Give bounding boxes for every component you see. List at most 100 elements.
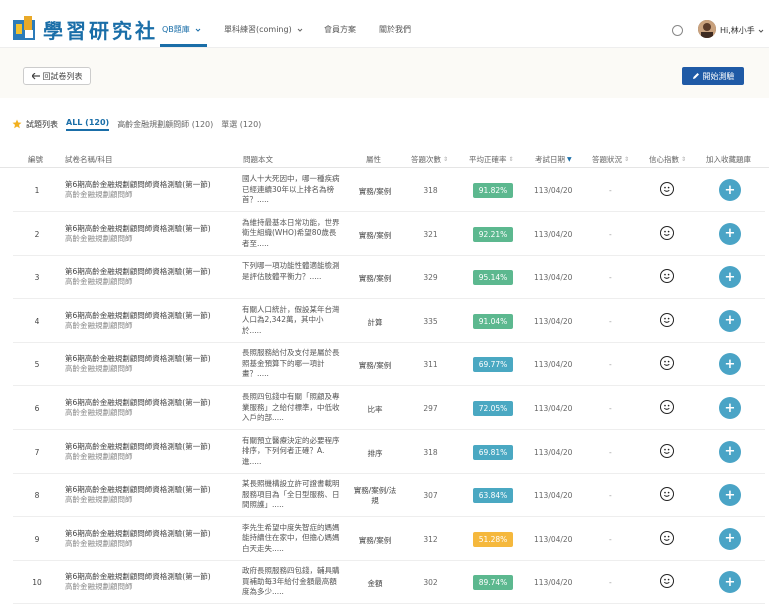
exam-name: 第6期高齡金融規劃顧問師資格測驗(第一節) [65, 354, 211, 364]
avatar[interactable] [698, 20, 716, 38]
exam-name-cell: 第6期高齡金融規劃顧問師資格測驗(第一節) 高齡金融規劃顧問師 [65, 442, 245, 462]
plus-icon: + [724, 574, 736, 590]
chevron-down-icon [758, 29, 764, 33]
sort-desc-icon: ▼ [567, 156, 572, 163]
smiley-face-icon [663, 186, 670, 192]
question-text[interactable]: 為維持最基本日常功能，世界衛生組織(WHO)希望80歲長者至..... [242, 218, 340, 250]
question-text[interactable]: 有關人口統計，假設某年台灣人口為2,342萬，其中小於..... [242, 305, 340, 337]
table-row[interactable]: 3 第6期高齡金融規劃顧問師資格測驗(第一節) 高齡金融規劃顧問師 下列哪一項功能性體… [13, 256, 765, 300]
table-row[interactable]: 2 第6期高齡金融規劃顧問師資格測驗(第一節) 高齡金融規劃顧問師 為維持最基本日常功… [13, 213, 765, 256]
exam-name-cell: 第6期高齡金融規劃顧問師資格測驗(第一節) 高齡金融規劃顧問師 [65, 529, 245, 549]
exam-name-cell: 第6期高齡金融規劃顧問師資格測驗(第一節) 高齡金融規劃顧問師 [65, 224, 245, 244]
correct-rate-badge: 91.04% [473, 313, 513, 329]
smiley-face-icon [663, 448, 670, 454]
back-to-exam-list-button[interactable]: 回試卷列表 [23, 67, 91, 85]
correct-rate-badge: 91.82% [473, 183, 513, 198]
col-header-status[interactable]: 答題狀況 ⇕ [592, 154, 629, 165]
confidence-smiley-icon[interactable] [660, 443, 674, 458]
table-row[interactable]: 8 第6期高齡金融規劃顧問師資格測驗(第一節) 高齡金融規劃顧問師 某長照機構設立許可… [13, 474, 765, 518]
add-to-collection-button[interactable]: + [719, 309, 741, 332]
nav-item-single-subject[interactable]: 單科練習(coming) [224, 24, 303, 35]
question-attribute: 比率 [367, 405, 383, 414]
answer-count: 312 [423, 534, 438, 544]
question-text[interactable]: 國人十大死因中，哪一種疾病已經連續30年以上排名為榜首？..... [242, 174, 340, 206]
table-row[interactable]: 9 第6期高齡金融規劃顧問師資格測驗(第一節) 高齡金融規劃顧問師 李先生希望中度失智… [13, 518, 765, 561]
question-text[interactable]: 有關預立醫療決定的必要程序排序，下列何者正確？A.進..... [242, 436, 340, 468]
add-to-collection-button[interactable]: + [719, 179, 741, 201]
add-to-collection-button[interactable]: + [719, 222, 741, 245]
answer-count: 321 [423, 229, 438, 239]
table-row[interactable]: 5 第6期高齡金融規劃顧問師資格測驗(第一節) 高齡金融規劃顧問師 長照服務給付及支付… [13, 343, 765, 387]
confidence-smiley-icon[interactable] [660, 182, 674, 196]
answer-status: - [609, 447, 612, 457]
question-attribute: 實務/案例 [358, 274, 392, 284]
back-button-label: 回試卷列表 [42, 71, 83, 81]
add-to-collection-button[interactable]: + [719, 484, 741, 507]
exam-date: 113/04/20 [534, 534, 573, 544]
col-header-count[interactable]: 答題次數 ⇕ [411, 154, 448, 165]
confidence-smiley-icon[interactable] [660, 530, 674, 545]
col-header-add-collection: 加入收藏題庫 [706, 155, 751, 164]
exam-date: 113/04/20 [534, 229, 573, 239]
tab-all[interactable]: ALL (120) [66, 118, 110, 131]
col-header-question: 問題本文 [243, 155, 273, 164]
table-row[interactable]: 1 第6期高齡金融規劃顧問師資格測驗(第一節) 高齡金融規劃顧問師 國人十大死因中，哪… [13, 169, 765, 212]
correct-rate-badge: 63.84% [473, 488, 513, 504]
start-test-button[interactable]: 開始測驗 [682, 67, 744, 85]
answer-status: - [609, 534, 612, 544]
question-text[interactable]: 長照四包錢中有關「照顧及專業服務」之給付標準，中低收入戶的部..... [242, 392, 340, 424]
tabs-title: 試題列表 [26, 119, 58, 129]
confidence-smiley-icon[interactable] [660, 312, 674, 327]
answer-status: - [609, 360, 612, 370]
tab-single-choice[interactable]: 單選 (120) [221, 119, 261, 130]
exam-date: 113/04/20 [534, 578, 573, 588]
logo-text[interactable]: 學習研究社 [43, 15, 158, 44]
row-number: 1 [34, 186, 40, 195]
exam-name: 第6期高齡金融規劃顧問師資格測驗(第一節) [65, 223, 211, 233]
confidence-smiley-icon[interactable] [660, 487, 674, 502]
add-to-collection-button[interactable]: + [719, 266, 741, 289]
add-to-collection-button[interactable]: + [719, 353, 741, 376]
table-row[interactable]: 6 第6期高齡金融規劃顧問師資格測驗(第一節) 高齡金融規劃顧問師 長照四包錢中有關「… [13, 387, 765, 430]
col-header-rate[interactable]: 平均正確率 ⇕ [469, 154, 514, 165]
col-header-date[interactable]: 考試日期 ▼ [535, 154, 572, 165]
add-to-collection-button[interactable]: + [719, 440, 741, 463]
question-text[interactable]: 某長照機構設立許可證書載明服務項目為「全日型服務、日間照護」..... [242, 479, 340, 511]
nav-item-label: 單科練習(coming) [224, 25, 292, 34]
table-row[interactable]: 4 第6期高齡金融規劃顧問師資格測驗(第一節) 高齡金融規劃顧問師 有關人口統計，假設… [13, 300, 765, 343]
nav-item-membership[interactable]: 會員方案 [324, 24, 356, 35]
table-row[interactable]: 7 第6期高齡金融規劃顧問師資格測驗(第一節) 高齡金融規劃顧問師 有關預立醫療決定的… [13, 431, 765, 474]
add-to-collection-button[interactable]: + [719, 571, 741, 594]
question-text[interactable]: 李先生希望中度失智症的媽媽能持續住在家中，但擔心媽媽白天走失..... [242, 523, 340, 555]
confidence-smiley-icon[interactable] [660, 574, 674, 589]
nav-item-about[interactable]: 關於我們 [379, 24, 411, 35]
plus-icon: + [724, 444, 736, 460]
confidence-smiley-icon[interactable] [660, 400, 674, 414]
confidence-smiley-icon[interactable] [660, 225, 674, 240]
col-header-confidence[interactable]: 信心指數 ⇕ [649, 154, 686, 165]
col-header-name: 試卷名稱/科目 [65, 155, 113, 164]
exam-subject: 高齡金融規劃顧問師 [65, 277, 133, 287]
table-row[interactable]: 10 第6期高齡金融規劃顧問師資格測驗(第一節) 高齡金融規劃顧問師 政府長照服務四包… [13, 561, 765, 605]
question-text[interactable]: 政府長照服務四包錢，輔具購買補助每3年給付金額最高額度為多少..... [242, 566, 340, 598]
circle-icon[interactable] [672, 25, 683, 36]
question-text[interactable]: 長照服務給付及支付是屬於長照基金預算下的哪一項計畫？..... [242, 348, 340, 380]
confidence-smiley-icon[interactable] [660, 269, 674, 284]
star-icon [12, 119, 22, 129]
exam-name-cell: 第6期高齡金融規劃顧問師資格測驗(第一節) 高齡金融規劃顧問師 [65, 354, 245, 374]
question-attribute: 金額 [367, 579, 383, 589]
tab-subject[interactable]: 高齡金融規劃顧問師 (120) [117, 119, 213, 130]
user-menu[interactable]: Hi,林小手 [720, 25, 764, 36]
nav-item-qb[interactable]: QB題庫 [162, 24, 201, 35]
exam-name: 第6期高齡金融規劃顧問師資格測驗(第一節) [65, 267, 211, 277]
add-to-collection-button[interactable]: + [719, 397, 741, 419]
question-text[interactable]: 下列哪一項功能性體適能檢測是評估肢體平衡力？..... [242, 261, 340, 282]
question-attribute: 實務/案例 [358, 535, 392, 545]
answer-count: 302 [423, 578, 438, 588]
answer-count: 307 [423, 491, 438, 501]
exam-name: 第6期高齡金融規劃顧問師資格測驗(第一節) [65, 310, 211, 320]
confidence-smiley-icon[interactable] [660, 356, 674, 371]
row-number: 3 [34, 273, 40, 283]
add-to-collection-button[interactable]: + [719, 527, 741, 550]
exam-date: 113/04/20 [534, 316, 573, 326]
